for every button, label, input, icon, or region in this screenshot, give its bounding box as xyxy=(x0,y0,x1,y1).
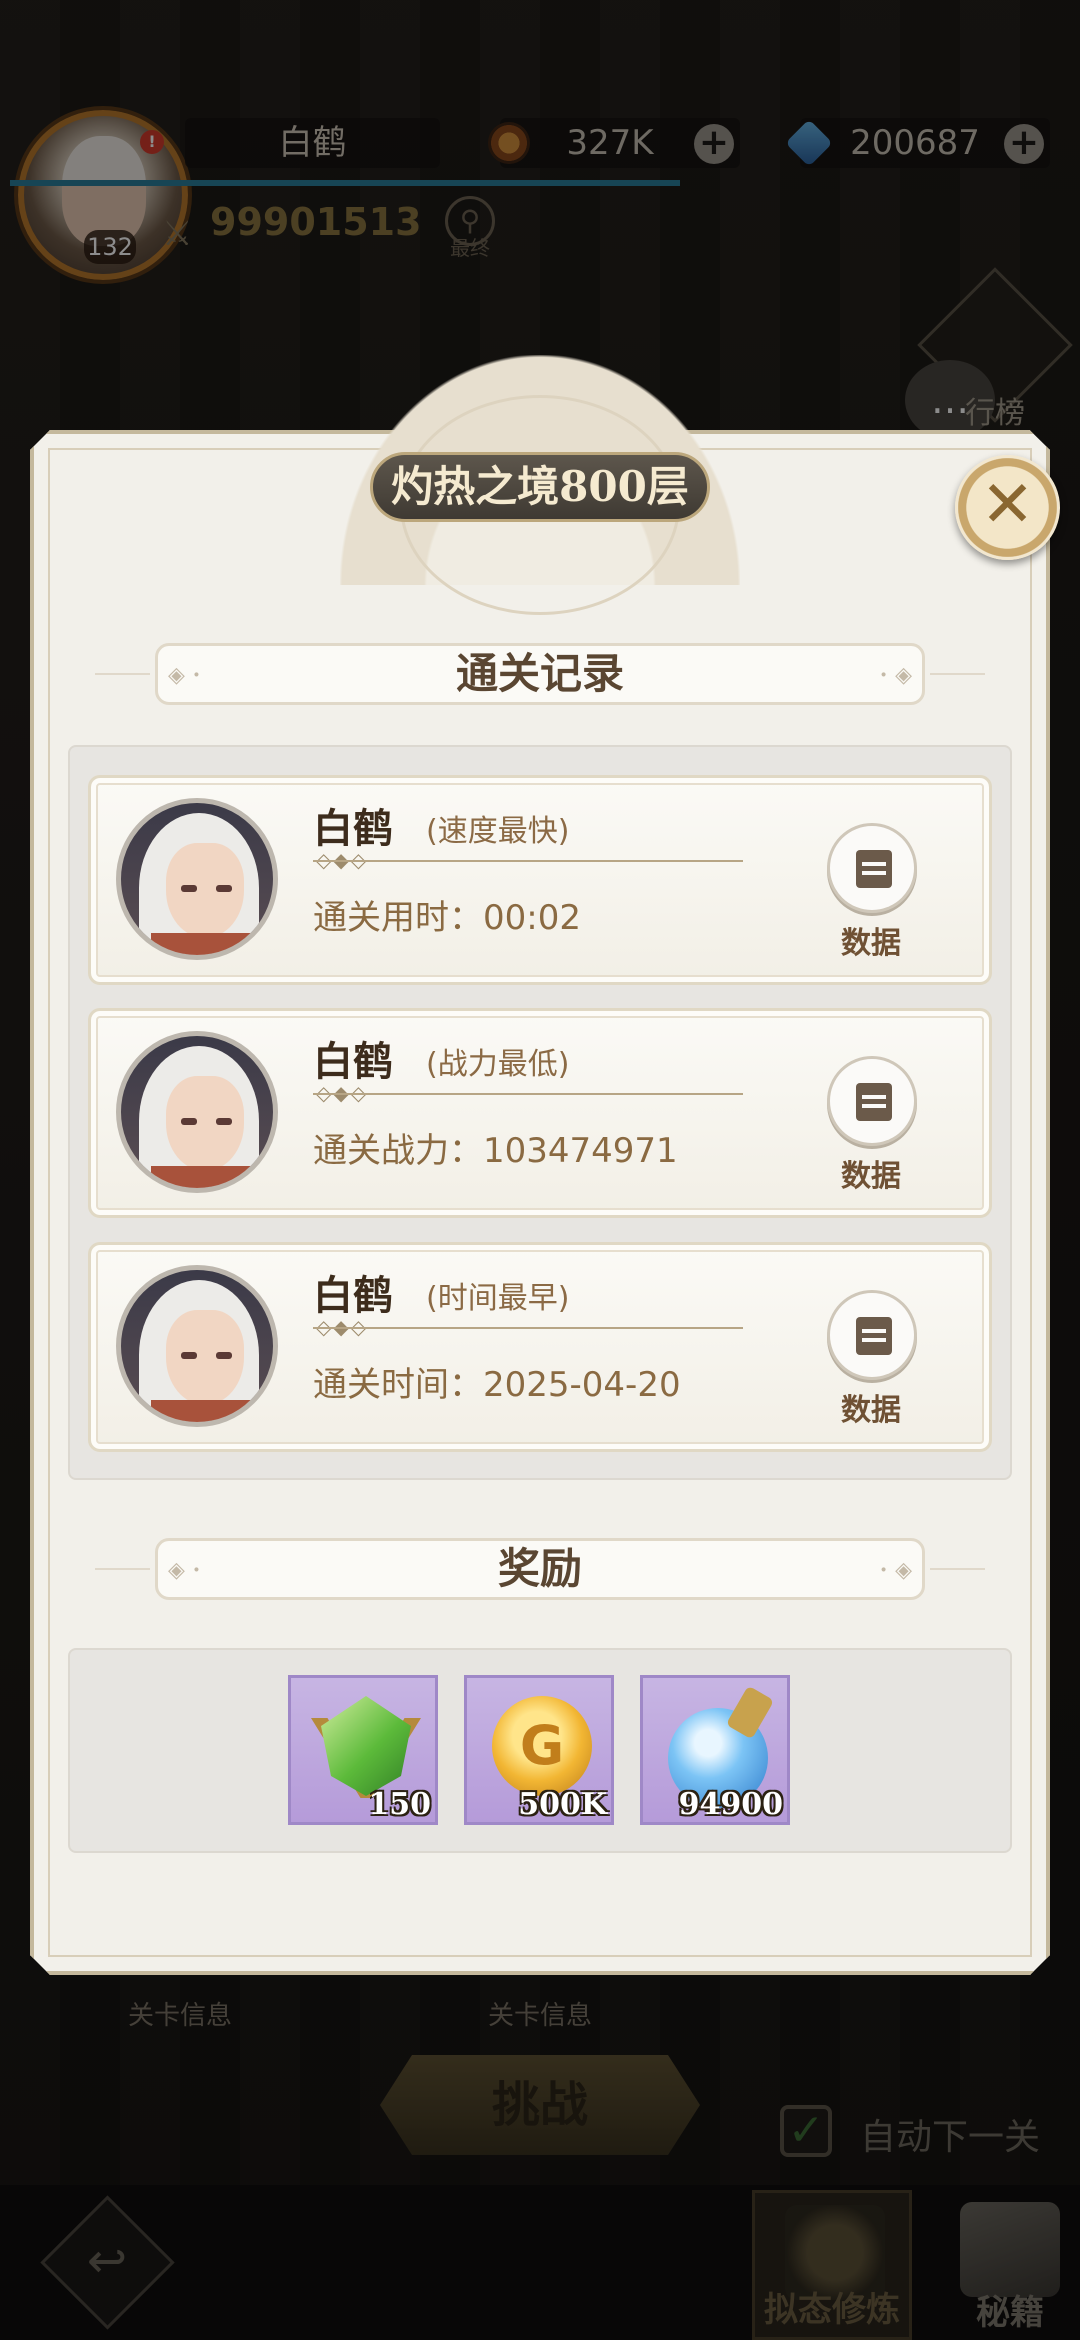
data-button[interactable] xyxy=(827,1290,917,1380)
ornament-right-icon: · ◈ xyxy=(879,1557,912,1583)
rewards-header-label: 奖励 xyxy=(497,1544,582,1593)
records-header-label: 通关记录 xyxy=(455,649,624,698)
document-icon xyxy=(856,1083,892,1121)
record-earliest: 白鹤 (时间最早) ◇◆◇ 通关时间：2025-04-20 数据 xyxy=(88,1242,992,1452)
hero-portrait[interactable] xyxy=(116,1265,278,1427)
data-button-label[interactable]: 数据 xyxy=(841,1385,901,1429)
record-tag: (速度最快) xyxy=(426,814,570,849)
data-button-label[interactable]: 数据 xyxy=(841,1151,901,1195)
green-gem-icon xyxy=(321,1696,411,1796)
rewards-header: ◈ · 奖励 · ◈ xyxy=(155,1538,925,1600)
portrait-eye xyxy=(181,1118,197,1125)
record-stat: 通关时间：2025-04-20 xyxy=(313,1365,681,1405)
header-line-right xyxy=(930,1568,985,1570)
hero-portrait[interactable] xyxy=(116,798,278,960)
ornament-right-icon: · ◈ xyxy=(879,662,912,688)
portrait-face xyxy=(166,1076,244,1171)
data-button-label[interactable]: 数据 xyxy=(841,918,901,962)
portrait-collar xyxy=(151,1166,261,1188)
portrait-collar xyxy=(151,1400,261,1422)
header-line-right xyxy=(930,673,985,675)
record-stat: 通关用时：00:02 xyxy=(313,898,581,938)
document-icon xyxy=(856,1317,892,1355)
close-button[interactable]: ✕ xyxy=(955,455,1060,560)
reward-quantity: 150 xyxy=(368,1787,431,1822)
portrait-collar xyxy=(151,933,261,955)
portrait-eye xyxy=(216,1118,232,1125)
portrait-eye xyxy=(181,885,197,892)
records-header: ◈ · 通关记录 · ◈ xyxy=(155,643,925,705)
portrait-eye xyxy=(216,1352,232,1359)
record-divider xyxy=(313,860,743,862)
portrait-face xyxy=(166,843,244,938)
record-fastest: 白鹤 (速度最快) ◇◆◇ 通关用时：00:02 数据 xyxy=(88,775,992,985)
document-icon xyxy=(856,850,892,888)
record-hero-name: 白鹤 xyxy=(313,805,393,852)
reward-item[interactable]: 150 xyxy=(288,1675,438,1825)
portrait-eye xyxy=(181,1352,197,1359)
portrait-eye xyxy=(216,885,232,892)
record-hero-name: 白鹤 xyxy=(313,1038,393,1085)
reward-item[interactable]: 94900 xyxy=(640,1675,790,1825)
dialog-title: 灼热之境800层 xyxy=(370,452,710,522)
header-line-left xyxy=(95,673,150,675)
ornament-left-icon: ◈ · xyxy=(168,662,201,688)
close-icon: ✕ xyxy=(980,468,1035,542)
reward-quantity: 94900 xyxy=(678,1787,783,1822)
header-line-left xyxy=(95,1568,150,1570)
ornament-left-icon: ◈ · xyxy=(168,1557,201,1583)
data-button[interactable] xyxy=(827,1056,917,1146)
record-stat: 通关战力：103474971 xyxy=(313,1131,678,1171)
reward-item[interactable]: G 500K xyxy=(464,1675,614,1825)
record-tag: (战力最低) xyxy=(426,1047,570,1082)
record-hero-name: 白鹤 xyxy=(313,1272,393,1319)
hero-portrait[interactable] xyxy=(116,1031,278,1193)
record-lowest-power: 白鹤 (战力最低) ◇◆◇ 通关战力：103474971 数据 xyxy=(88,1008,992,1218)
record-divider xyxy=(313,1327,743,1329)
record-divider xyxy=(313,1093,743,1095)
record-tag: (时间最早) xyxy=(426,1281,570,1316)
portrait-face xyxy=(166,1310,244,1405)
coin-emblem: G xyxy=(519,1714,565,1777)
data-button[interactable] xyxy=(827,823,917,913)
reward-quantity: 500K xyxy=(518,1787,607,1822)
